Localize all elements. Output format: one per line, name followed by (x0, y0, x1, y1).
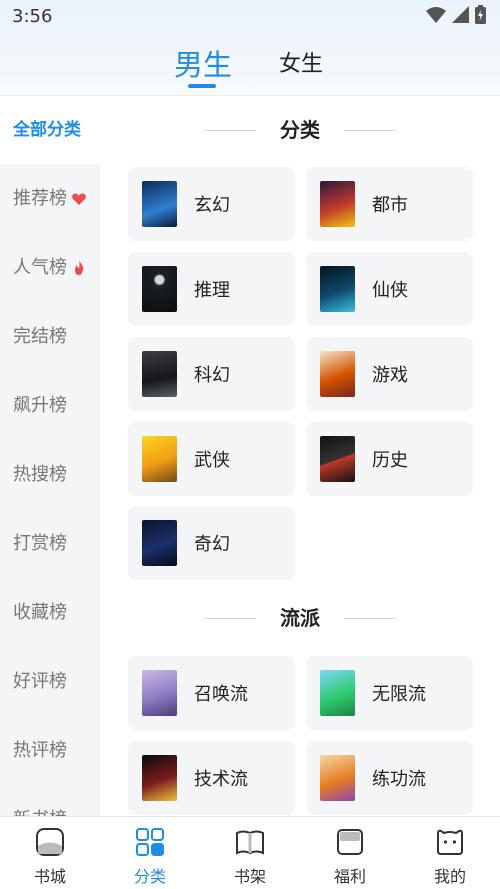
book-cover (142, 436, 177, 482)
genre-label: 练功流 (372, 769, 426, 790)
sidebar-item-all-categories[interactable]: 全部分类 (0, 96, 100, 164)
sidebar-item-favorites[interactable]: 收藏榜 (0, 578, 100, 647)
category-content[interactable]: 分类 玄幻 都市 推理 仙侠 科幻 游戏 武侠 历史 奇幻 流派 召唤流 无限流… (100, 96, 500, 816)
section-title-text: 流派 (280, 606, 320, 630)
sidebar-item-popular[interactable]: 人气榜 (0, 233, 100, 302)
signal-icon (452, 6, 469, 23)
bottom-nav: 书城 分类 书架 福利 我的 (0, 816, 500, 889)
category-card-qihuan[interactable]: 奇幻 (128, 506, 295, 580)
category-card-wuxia[interactable]: 武侠 (128, 422, 295, 496)
nav-label: 书城 (33, 867, 66, 886)
flame-icon (75, 260, 84, 275)
heart-icon (72, 193, 86, 205)
section-title-genres: 流派 (100, 602, 500, 634)
genre-label: 无限流 (372, 684, 426, 705)
section-title-categories: 分类 (100, 114, 500, 146)
book-cover (320, 266, 355, 312)
sidebar-item-completed[interactable]: 完结榜 (0, 302, 100, 371)
genre-label: 技术流 (194, 769, 248, 790)
divider (344, 618, 396, 619)
profile-icon (437, 829, 463, 855)
sidebar-item-new-books[interactable]: 新书榜 (0, 785, 100, 816)
nav-bookshelf[interactable]: 书架 (200, 817, 300, 889)
nav-welfare[interactable]: 福利 (300, 817, 400, 889)
bookstore-icon (36, 828, 64, 856)
genre-card-zhaohuan[interactable]: 召唤流 (128, 656, 295, 730)
category-label: 奇幻 (194, 534, 230, 555)
category-label: 科幻 (194, 365, 230, 386)
category-card-xianxia[interactable]: 仙侠 (306, 252, 473, 326)
category-card-kehuan[interactable]: 科幻 (128, 337, 295, 411)
category-label: 都市 (372, 195, 408, 216)
book-cover (142, 670, 177, 716)
genre-label: 召唤流 (194, 684, 248, 705)
genre-card-wuxian[interactable]: 无限流 (306, 656, 473, 730)
sidebar-item-label: 新书榜 (13, 785, 67, 816)
ranking-sidebar: 全部分类 推荐榜 人气榜 完结榜 飙升榜 热搜榜 打赏榜 收藏榜 好评榜 热评榜… (0, 96, 100, 816)
sidebar-item-label: 打赏榜 (13, 533, 67, 554)
status-time: 3:56 (12, 6, 53, 27)
sidebar-item-label: 热搜榜 (13, 464, 67, 485)
sidebar-item-tips[interactable]: 打赏榜 (0, 509, 100, 578)
battery-icon (475, 5, 486, 24)
sidebar-item-label: 收藏榜 (13, 602, 67, 623)
category-card-lishi[interactable]: 历史 (306, 422, 473, 496)
book-cover (320, 436, 355, 482)
sidebar-item-label: 飙升榜 (13, 395, 67, 416)
category-card-xuanhuan[interactable]: 玄幻 (128, 167, 295, 241)
sidebar-item-label: 完结榜 (13, 326, 67, 347)
sidebar-item-hot-comments[interactable]: 热评榜 (0, 716, 100, 785)
genre-card-jishu[interactable]: 技术流 (128, 741, 295, 815)
category-card-dushi[interactable]: 都市 (306, 167, 473, 241)
category-icon (136, 828, 164, 856)
bookshelf-icon (236, 830, 264, 855)
divider (344, 130, 396, 131)
book-cover (320, 755, 355, 801)
category-label: 历史 (372, 450, 408, 471)
book-cover (320, 351, 355, 397)
status-icons (426, 5, 486, 24)
category-label: 推理 (194, 280, 230, 301)
category-label: 仙侠 (372, 280, 408, 301)
tab-female[interactable]: 女生 (279, 46, 323, 78)
divider (204, 130, 256, 131)
category-card-youxi[interactable]: 游戏 (306, 337, 473, 411)
tab-male[interactable]: 男生 (174, 42, 232, 84)
sidebar-list[interactable]: 推荐榜 人气榜 完结榜 飙升榜 热搜榜 打赏榜 收藏榜 好评榜 热评榜 新书榜 (0, 164, 100, 816)
sidebar-item-label: 推荐榜 (13, 188, 67, 209)
book-cover (142, 181, 177, 227)
top-header: 3:56 男生 女生 (0, 0, 500, 96)
book-cover (320, 670, 355, 716)
category-label: 玄幻 (194, 195, 230, 216)
sidebar-item-hot-search[interactable]: 热搜榜 (0, 440, 100, 509)
gender-tabs: 男生 女生 (0, 46, 500, 90)
nav-profile[interactable]: 我的 (400, 817, 500, 889)
sidebar-item-rising[interactable]: 飙升榜 (0, 371, 100, 440)
nav-label: 我的 (433, 867, 466, 886)
nav-label: 分类 (133, 867, 166, 886)
welfare-icon (337, 829, 363, 855)
sidebar-item-label: 热评榜 (13, 740, 67, 761)
book-cover (142, 520, 177, 566)
book-cover (142, 266, 177, 312)
category-card-tuili[interactable]: 推理 (128, 252, 295, 326)
sidebar-item-good-reviews[interactable]: 好评榜 (0, 647, 100, 716)
active-tab-indicator (188, 84, 216, 88)
nav-label: 福利 (333, 867, 366, 886)
genre-card-liangong[interactable]: 练功流 (306, 741, 473, 815)
sidebar-item-label: 人气榜 (13, 257, 67, 278)
section-title-text: 分类 (280, 118, 320, 142)
wifi-icon (426, 6, 446, 23)
sidebar-item-recommend[interactable]: 推荐榜 (0, 164, 100, 233)
category-label: 游戏 (372, 365, 408, 386)
book-cover (320, 181, 355, 227)
divider (204, 618, 256, 619)
sidebar-item-label: 好评榜 (13, 671, 67, 692)
nav-category[interactable]: 分类 (100, 817, 200, 889)
book-cover (142, 755, 177, 801)
nav-label: 书架 (233, 867, 266, 886)
book-cover (142, 351, 177, 397)
nav-bookstore[interactable]: 书城 (0, 817, 100, 889)
category-label: 武侠 (194, 450, 230, 471)
